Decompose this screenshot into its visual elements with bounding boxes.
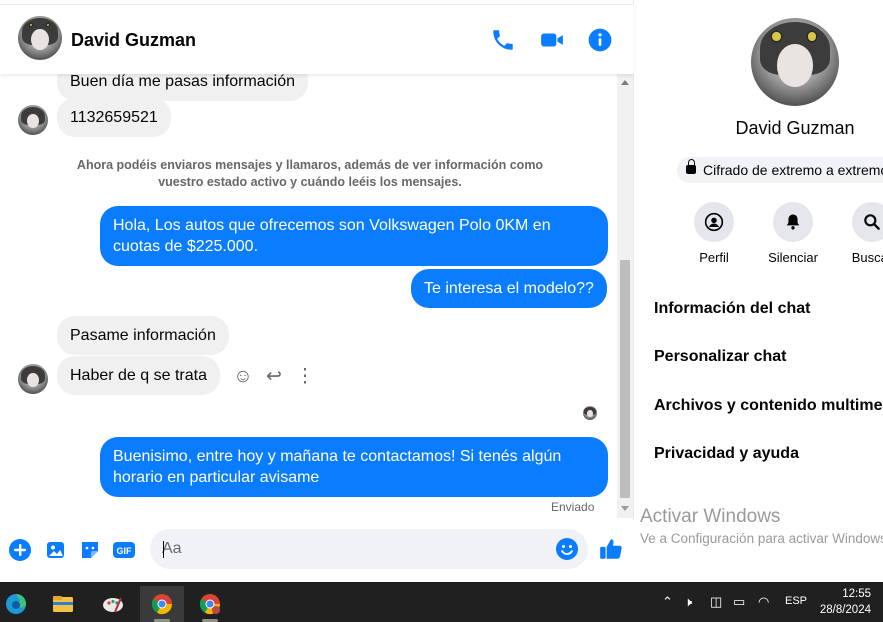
search-icon bbox=[864, 214, 880, 230]
message-actions: ☺ ↩ ⋮ bbox=[232, 366, 322, 388]
menu-customize-chat[interactable]: Personalizar chat bbox=[654, 348, 787, 366]
encryption-badge[interactable]: Cifrado de extremo a extremo bbox=[677, 157, 883, 183]
message-list[interactable]: Buen día me pasas información 1132659521… bbox=[0, 74, 616, 518]
contact-avatar[interactable] bbox=[18, 16, 62, 60]
message-input[interactable] bbox=[162, 529, 552, 569]
text-caret bbox=[163, 541, 164, 558]
scroll-thumb[interactable] bbox=[620, 260, 630, 498]
react-emoji-icon[interactable]: ☺ bbox=[232, 366, 254, 388]
mute-action-label: Silenciar bbox=[768, 250, 818, 265]
clock-date: 28/8/2024 bbox=[819, 604, 871, 616]
phone-icon[interactable] bbox=[490, 27, 516, 53]
activate-windows-subtitle: Ve a Configuración para activar Windows. bbox=[640, 531, 883, 546]
scroll-up-arrow[interactable] bbox=[621, 80, 629, 85]
clock-time: 12:55 bbox=[842, 588, 871, 600]
message-incoming[interactable]: Haber de q se trata bbox=[57, 356, 220, 395]
search-action[interactable]: Buscar bbox=[832, 202, 883, 265]
gif-icon[interactable]: GIF bbox=[112, 538, 136, 562]
system-clock[interactable]: 12:55 28/8/2024 bbox=[820, 586, 871, 618]
message-input-box[interactable] bbox=[150, 529, 588, 569]
sender-avatar[interactable] bbox=[18, 364, 48, 394]
profile-action-label: Perfil bbox=[699, 250, 729, 265]
profile-icon bbox=[704, 212, 724, 232]
profile-name: David Guzman bbox=[735, 118, 855, 138]
more-options-icon[interactable]: ⋮ bbox=[294, 366, 316, 388]
chrome-profile-taskbar-icon[interactable] bbox=[188, 586, 232, 622]
wifi-icon[interactable]: ◠ bbox=[758, 594, 769, 622]
show-hidden-icons-chevron[interactable]: ⌃ bbox=[662, 594, 673, 622]
volume-muted-icon[interactable]: 🕨 bbox=[684, 594, 692, 622]
file-explorer-taskbar-icon[interactable] bbox=[41, 586, 85, 622]
bell-icon bbox=[786, 214, 800, 230]
scroll-down-arrow[interactable] bbox=[621, 506, 629, 511]
edge-taskbar-icon[interactable] bbox=[0, 586, 38, 622]
message-incoming[interactable]: Buen día me pasas información bbox=[57, 74, 309, 101]
seen-avatar bbox=[583, 406, 597, 420]
menu-media-files[interactable]: Archivos y contenido multimedia bbox=[654, 397, 883, 415]
composer-bar: GIF bbox=[0, 520, 634, 582]
chat-panel: David Guzman Buen día me pasas informaci… bbox=[0, 0, 634, 582]
video-call-icon[interactable] bbox=[539, 27, 565, 53]
profile-avatar[interactable] bbox=[751, 18, 839, 106]
message-outgoing[interactable]: Buenisimo, entre hoy y mañana te contact… bbox=[100, 437, 608, 497]
thumbs-up-icon[interactable] bbox=[598, 536, 624, 562]
chrome-taskbar-icon[interactable] bbox=[140, 586, 184, 622]
mute-action[interactable]: Silenciar bbox=[753, 202, 833, 265]
message-incoming[interactable]: Pasame información bbox=[57, 316, 229, 355]
chat-header: David Guzman bbox=[0, 4, 634, 74]
message-incoming[interactable]: 1132659521 bbox=[57, 98, 171, 137]
add-plus-icon[interactable] bbox=[8, 538, 32, 562]
message-outgoing[interactable]: Te interesa el modelo?? bbox=[411, 269, 607, 308]
search-action-label: Buscar bbox=[851, 250, 883, 265]
info-icon[interactable] bbox=[587, 27, 613, 53]
message-outgoing[interactable]: Hola, Los autos que ofrecemos son Volksw… bbox=[100, 206, 608, 266]
contact-name[interactable]: David Guzman bbox=[71, 30, 196, 51]
sent-status: Enviado bbox=[551, 500, 595, 514]
svg-text:GIF: GIF bbox=[117, 546, 133, 556]
photo-icon[interactable] bbox=[44, 538, 68, 562]
language-indicator[interactable]: ESP bbox=[785, 595, 807, 622]
menu-chat-info[interactable]: Información del chat bbox=[654, 300, 810, 318]
paint-taskbar-icon[interactable] bbox=[91, 586, 135, 622]
profile-action[interactable]: Perfil bbox=[674, 202, 754, 265]
lock-icon bbox=[686, 159, 696, 174]
menu-privacy-help[interactable]: Privacidad y ayuda bbox=[654, 445, 799, 463]
conversation-info-panel: David Guzman Cifrado de extremo a extrem… bbox=[636, 0, 883, 582]
windows-taskbar: ⌃ 🕨 ◫ ▭ ◠ ESP 12:55 28/8/2024 bbox=[0, 582, 883, 622]
reply-icon[interactable]: ↩ bbox=[263, 366, 285, 388]
system-notice: Ahora podéis enviaros mensajes y llamaro… bbox=[76, 158, 544, 189]
sender-avatar[interactable] bbox=[18, 105, 48, 135]
emoji-icon[interactable] bbox=[555, 537, 579, 561]
webcam-icon[interactable]: ◫ bbox=[710, 594, 722, 622]
battery-icon[interactable]: ▭ bbox=[733, 594, 745, 622]
sticker-icon[interactable] bbox=[78, 538, 102, 562]
encryption-label: Cifrado de extremo a extremo bbox=[703, 162, 883, 178]
activate-windows-title: Activar Windows bbox=[640, 506, 781, 527]
message-scrollbar[interactable] bbox=[617, 74, 633, 518]
